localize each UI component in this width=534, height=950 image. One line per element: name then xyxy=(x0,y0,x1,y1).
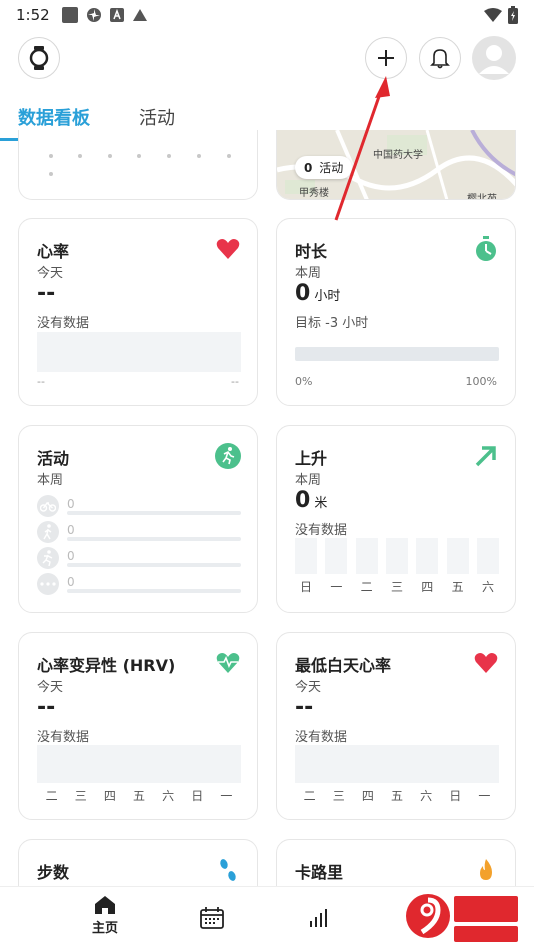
activity-row-running: 0 xyxy=(37,547,241,569)
triangle-icon xyxy=(132,9,147,21)
range-max: -- xyxy=(231,375,239,388)
lowest-daytime-hr-card[interactable]: 最低白天心率 今天 -- 没有数据 二三四五六日一 xyxy=(276,632,516,820)
more-icon xyxy=(37,573,59,595)
card-period: 今天 xyxy=(37,680,64,695)
up-arrow-icon xyxy=(475,446,496,467)
activity-badge-label: 活动 xyxy=(319,161,344,175)
hrv-card[interactable]: 心率变异性 (HRV) 今天 -- 没有数据 二三四五六日一 xyxy=(18,632,258,820)
footsteps-icon xyxy=(220,859,236,881)
dot-grid xyxy=(49,154,231,176)
card-title: 时长 xyxy=(295,242,328,261)
heart-pulse-icon xyxy=(216,653,240,673)
duration-card[interactable]: 时长 本周 0 小时 目标 -3 小时 0% 100% xyxy=(276,218,516,406)
card-period: 今天 xyxy=(295,680,322,695)
plus-icon xyxy=(378,50,394,66)
card-title: 步数 xyxy=(37,863,70,882)
notifications-button[interactable] xyxy=(419,37,461,79)
avatar[interactable] xyxy=(472,36,516,80)
card-value: 0 小时 xyxy=(295,281,341,306)
a-icon xyxy=(109,8,124,22)
watch-button[interactable] xyxy=(18,37,60,79)
notification-icon xyxy=(61,7,78,23)
nav-home[interactable]: 主页 xyxy=(75,895,135,936)
status-time: 1:52 xyxy=(16,6,50,24)
card-note: 没有数据 xyxy=(37,316,90,331)
battery-icon xyxy=(508,6,518,24)
card-note: 没有数据 xyxy=(37,730,90,745)
top-bar xyxy=(0,36,534,82)
activity-row-walking: 0 xyxy=(37,521,241,543)
home-icon xyxy=(95,896,115,914)
user-icon xyxy=(479,45,509,74)
card-title: 心率变异性 (HRV) xyxy=(37,656,176,675)
runner-icon xyxy=(37,547,59,569)
card-period: 本周 xyxy=(295,473,322,488)
week-labels: 二三四五六日一 xyxy=(303,789,491,803)
map-place-2: 甲秀楼 xyxy=(299,188,329,199)
chart-placeholder xyxy=(37,332,241,372)
add-button[interactable] xyxy=(365,37,407,79)
chart-placeholder xyxy=(295,745,499,783)
card-title: 最低白天心率 xyxy=(295,656,392,675)
watermark-logo xyxy=(406,894,518,942)
map-place-3: 樱北苑 xyxy=(467,194,497,200)
week-labels: 二三四五六日一 xyxy=(45,789,233,803)
card-period: 今天 xyxy=(37,266,64,281)
bike-icon xyxy=(37,495,59,517)
progress-max: 100% xyxy=(465,375,497,388)
pinwheel-icon xyxy=(86,8,101,22)
map-card[interactable]: 0 活动 中国药大学 甲秀楼 樱北苑 xyxy=(276,130,516,200)
card-title: 卡路里 xyxy=(295,863,344,882)
week-labels: 日一二三四五六 xyxy=(299,580,494,594)
bar-chart-icon xyxy=(310,909,327,927)
card-period: 本周 xyxy=(295,266,322,281)
week-bars xyxy=(295,538,499,574)
goal-progress-bar xyxy=(295,347,499,361)
activity-badge-value: 0 xyxy=(304,161,313,175)
card-title: 心率 xyxy=(37,242,70,261)
progress-min: 0% xyxy=(295,375,313,388)
range-min: -- xyxy=(37,375,45,388)
watch-icon xyxy=(29,46,49,70)
nav-calendar[interactable] xyxy=(182,907,242,929)
hrv-chart-placeholder xyxy=(37,745,241,783)
scrolled-card-left[interactable] xyxy=(18,130,258,200)
bell-icon xyxy=(430,49,450,69)
wifi-icon xyxy=(484,8,502,22)
activity-row-other: 0 xyxy=(37,573,241,595)
heart-icon xyxy=(216,239,240,259)
card-title: 活动 xyxy=(37,449,70,468)
stopwatch-icon xyxy=(476,236,496,261)
tab-activity[interactable]: 活动 xyxy=(139,104,175,130)
card-period: 本周 xyxy=(37,473,64,488)
heart-rate-card[interactable]: 心率 今天 -- 没有数据 -- -- xyxy=(18,218,258,406)
activity-row-cycling: 0 xyxy=(37,495,241,517)
card-note: 没有数据 xyxy=(295,523,348,538)
card-value: -- xyxy=(295,695,314,720)
flame-icon xyxy=(480,859,492,880)
card-note: 没有数据 xyxy=(295,730,348,745)
nav-home-label: 主页 xyxy=(91,921,118,936)
map-place-1: 中国药大学 xyxy=(373,150,423,161)
walking-icon xyxy=(37,521,59,543)
card-value: 0米 xyxy=(295,488,328,513)
status-bar: 1:52 xyxy=(0,0,534,30)
nav-stats[interactable] xyxy=(290,909,350,927)
running-icon xyxy=(215,443,241,469)
activity-card[interactable]: 活动 本周 0 0 0 0 xyxy=(18,425,258,613)
ascent-card[interactable]: 上升 本周 0米 没有数据 日一二三四五六 xyxy=(276,425,516,613)
card-title: 上升 xyxy=(295,449,328,468)
calendar-icon xyxy=(200,907,224,929)
card-value: -- xyxy=(37,695,56,720)
card-value: -- xyxy=(37,281,56,306)
heart-icon xyxy=(474,653,498,673)
tab-dashboard[interactable]: 数据看板 xyxy=(18,104,90,130)
activity-badge: 0 活动 xyxy=(295,156,353,179)
card-note: 目标 -3 小时 xyxy=(295,316,369,331)
